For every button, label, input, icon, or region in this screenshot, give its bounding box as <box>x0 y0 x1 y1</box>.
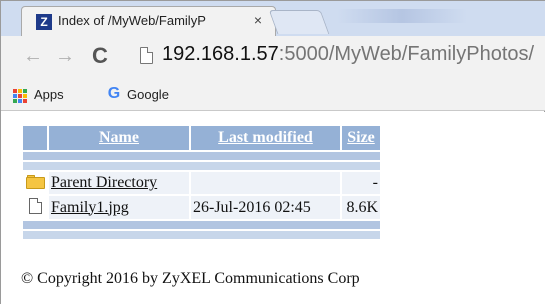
address-bar[interactable]: 192.168.1.57:5000/MyWeb/FamilyPhotos/ <box>162 43 534 66</box>
row-name-cell: Family1.jpg <box>49 196 189 219</box>
separator-row <box>23 231 380 239</box>
row-modified-cell <box>191 172 340 194</box>
copyright-text: © Copyright 2016 by ZyXEL Communications… <box>21 270 360 287</box>
header-name-cell: Name <box>49 126 189 150</box>
bookmark-apps[interactable]: Apps <box>34 87 64 102</box>
page-info-icon[interactable] <box>140 47 153 64</box>
table-row: Family1.jpg 26-Jul-2016 02:45 8.6K <box>23 196 380 219</box>
apps-grid-dot <box>18 94 22 98</box>
separator-cell <box>23 221 380 229</box>
apps-grid-dot <box>23 94 27 98</box>
bookmarks-bar: Apps G Google <box>1 79 545 111</box>
close-tab-icon[interactable]: × <box>250 12 266 28</box>
url-path: :5000/MyWeb/FamilyPhotos/ <box>278 43 535 65</box>
apps-grid-dot <box>13 94 17 98</box>
row-icon-cell <box>23 196 47 219</box>
zyxel-favicon-icon: Z <box>36 14 52 30</box>
sort-by-size-link[interactable]: Size <box>347 129 375 146</box>
separator-cell <box>23 162 380 170</box>
reload-icon[interactable]: C <box>88 44 112 68</box>
row-name-cell: Parent Directory <box>49 172 189 194</box>
header-modified-cell: Last modified <box>191 126 340 150</box>
listing-header-row: Name Last modified Size <box>23 126 380 150</box>
row-size-cell: 8.6K <box>342 196 380 219</box>
back-arrow-icon[interactable]: ← <box>21 44 45 68</box>
apps-grid-dot <box>13 89 17 93</box>
apps-grid-dot <box>18 89 22 93</box>
sort-by-modified-link[interactable]: Last modified <box>218 129 313 146</box>
tab-title: Index of /MyWeb/FamilyP <box>58 13 206 28</box>
file-icon <box>28 198 42 214</box>
forward-arrow-icon[interactable]: → <box>53 44 77 68</box>
header-size-cell: Size <box>342 126 380 150</box>
apps-grid-dot <box>23 89 27 93</box>
browser-window: Z Index of /MyWeb/FamilyP × ← → C 192.16… <box>0 0 545 304</box>
tab-strip: Z Index of /MyWeb/FamilyP × <box>1 1 545 36</box>
row-size-cell: - <box>342 172 380 194</box>
row-icon-cell <box>23 172 47 194</box>
separator-cell <box>23 152 380 160</box>
separator-row <box>23 221 380 229</box>
apps-grid-icon[interactable] <box>13 89 27 103</box>
tab-title-fade <box>218 9 244 33</box>
file-link[interactable]: Family1.jpg <box>51 199 129 216</box>
url-host: 192.168.1.57 <box>162 43 279 65</box>
tab-strip-decoration <box>337 9 467 23</box>
separator-row <box>23 152 380 160</box>
apps-grid-dot <box>23 99 27 103</box>
page-content: Name Last modified Size Parent Directory… <box>1 112 545 304</box>
google-icon[interactable]: G <box>106 86 122 102</box>
apps-grid-dot <box>13 99 17 103</box>
apps-grid-dot <box>18 99 22 103</box>
sort-by-name-link[interactable]: Name <box>99 129 139 146</box>
separator-row <box>23 162 380 170</box>
folder-icon <box>25 175 45 189</box>
separator-cell <box>23 231 380 239</box>
toolbar: ← → C 192.168.1.57:5000/MyWeb/FamilyPhot… <box>1 36 545 79</box>
table-row: Parent Directory - <box>23 172 380 194</box>
header-icon-cell <box>23 126 47 150</box>
bookmark-google[interactable]: Google <box>127 87 169 102</box>
new-tab-button[interactable] <box>268 10 330 34</box>
active-tab[interactable]: Z Index of /MyWeb/FamilyP × <box>21 6 276 36</box>
parent-directory-link[interactable]: Parent Directory <box>51 174 157 191</box>
row-modified-cell: 26-Jul-2016 02:45 <box>191 196 340 219</box>
directory-listing: Name Last modified Size Parent Directory… <box>21 124 382 241</box>
